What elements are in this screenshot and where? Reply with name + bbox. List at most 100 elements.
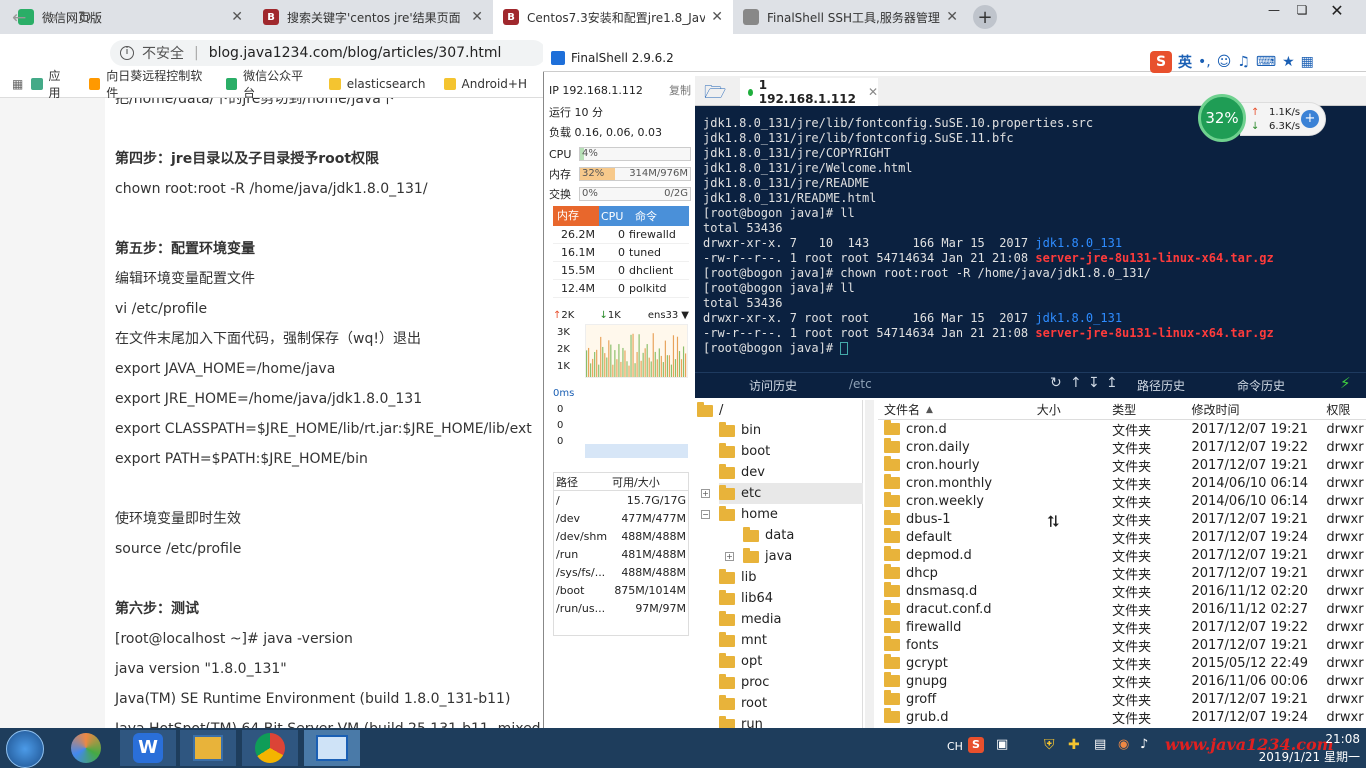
expand-icon[interactable]: + — [725, 552, 734, 561]
col-size[interactable]: 大小 — [1037, 401, 1112, 418]
file-row[interactable]: cron.d 文件夹 2017/12/07 19:21 drwxr — [878, 420, 1366, 439]
taskbar-app-icon[interactable] — [58, 730, 114, 766]
tree-node[interactable]: dev — [719, 462, 765, 483]
file-row[interactable]: fonts 文件夹 2017/12/07 19:21 drwxr — [878, 636, 1366, 655]
sogou-tray-icon[interactable]: S — [968, 737, 984, 753]
process-row[interactable]: 26.2M 0 firewalld — [553, 226, 689, 244]
tree-node[interactable]: media — [719, 609, 782, 630]
punctuation-icon[interactable]: •, — [1198, 54, 1211, 70]
file-row[interactable]: cron.weekly 文件夹 2014/06/10 06:14 drwxr — [878, 492, 1366, 511]
up-dir-icon[interactable]: ↑ — [1070, 375, 1082, 391]
process-row[interactable]: 16.1M 0 tuned — [553, 244, 689, 262]
proc-header-cpu[interactable]: CPU — [599, 210, 635, 223]
taskbar-chrome-icon[interactable] — [242, 730, 298, 766]
download-icon[interactable]: ↧ — [1088, 375, 1100, 391]
file-row[interactable]: cron.monthly 文件夹 2014/06/10 06:14 drwxr — [878, 474, 1366, 493]
net-speed-widget[interactable]: ↑ 1.1K/s ↓ 6.3K/s + — [1240, 102, 1326, 136]
maximize-button[interactable]: ❏ — [1290, 2, 1314, 18]
tree-node-root[interactable]: / — [697, 400, 723, 421]
file-row[interactable]: depmod.d 文件夹 2017/12/07 19:21 drwxr — [878, 546, 1366, 565]
plus-icon[interactable]: + — [1301, 110, 1319, 128]
minimize-button[interactable]: — — [1262, 2, 1286, 18]
disk-row[interactable]: /run/us... 97M/97M — [554, 599, 688, 617]
disk-row[interactable]: /sys/fs/... 488M/488M — [554, 563, 688, 581]
chevron-down-icon[interactable]: ▼ — [681, 310, 689, 321]
file-row[interactable]: gcrypt 文件夹 2015/05/12 22:49 drwxr — [878, 654, 1366, 673]
tree-scrollbar[interactable] — [865, 400, 874, 728]
tray-network-icon[interactable]: ▤ — [1094, 737, 1106, 752]
bookmark-item[interactable]: elasticsearch — [328, 77, 426, 91]
col-perm[interactable]: 权限 — [1326, 401, 1366, 418]
emoji-icon[interactable]: ☺ — [1217, 54, 1232, 70]
disk-row[interactable]: / 15.7G/17G — [554, 491, 688, 509]
path-history-button[interactable]: 路径历史 — [1137, 377, 1185, 394]
file-row[interactable]: cron.daily 文件夹 2017/12/07 19:22 drwxr — [878, 438, 1366, 457]
bookmark-item[interactable]: 微信公众平台 — [225, 67, 311, 101]
url-field[interactable]: i 不安全 | blog.java1234.com/blog/articles/… — [110, 40, 546, 66]
disk-row[interactable]: /boot 875M/1014M — [554, 581, 688, 599]
apps-grid-icon[interactable]: ▦ — [12, 77, 23, 91]
taskbar-explorer-icon[interactable] — [180, 730, 236, 766]
refresh-icon[interactable]: ↻ — [1050, 375, 1062, 391]
close-tab-icon[interactable]: ✕ — [868, 85, 878, 99]
disk-row[interactable]: /dev 477M/477M — [554, 509, 688, 527]
start-button[interactable] — [6, 730, 44, 768]
tree-node[interactable]: lib — [719, 567, 756, 588]
disk-row[interactable]: /run 481M/488M — [554, 545, 688, 563]
system-clock[interactable]: 21:08 2019/1/21 星期一 — [1240, 732, 1360, 766]
net-interface-select[interactable]: ens33 — [648, 310, 678, 321]
tree-node[interactable]: bin — [719, 420, 761, 441]
tray-plus-icon[interactable]: ✚ — [1068, 737, 1080, 753]
col-type[interactable]: 类型 — [1112, 401, 1191, 418]
visit-history-button[interactable]: 访问历史 — [749, 377, 797, 394]
bookmark-item[interactable]: Android+H — [443, 77, 527, 91]
tree-node[interactable]: data — [743, 525, 794, 546]
tree-node[interactable]: lib64 — [719, 588, 773, 609]
file-row[interactable]: default 文件夹 2017/12/07 19:24 drwxr — [878, 528, 1366, 547]
upload-icon[interactable]: ↥ — [1106, 375, 1118, 391]
col-filename[interactable]: 文件名 ▲ — [878, 401, 1037, 418]
forward-button[interactable]: → — [44, 8, 58, 28]
close-tab-icon[interactable]: ✕ — [471, 9, 483, 25]
process-row[interactable]: 15.5M 0 dhclient — [553, 262, 689, 280]
copy-ip-button[interactable]: 复制 — [669, 82, 691, 98]
bookmark-item[interactable]: 应用 — [31, 67, 71, 101]
disk-row[interactable]: /dev/shm 488M/488M — [554, 527, 688, 545]
tray-security-icon[interactable]: ◉ — [1118, 737, 1129, 752]
taskbar-wps-icon[interactable]: W — [120, 730, 176, 766]
proc-header-cmd[interactable]: 命令 — [635, 208, 689, 224]
back-button[interactable]: ← — [12, 8, 26, 28]
file-row[interactable]: firewalld 文件夹 2017/12/07 19:22 drwxr — [878, 618, 1366, 637]
tree-node[interactable]: boot — [719, 441, 770, 462]
close-window-button[interactable]: ✕ — [1325, 1, 1349, 20]
expand-icon[interactable]: + — [701, 489, 710, 498]
browser-tab[interactable]: B Centos7.3安装和配置jre1.8_Java ✕ — [493, 0, 733, 34]
file-row[interactable]: gnupg 文件夹 2016/11/06 00:06 drwxr — [878, 672, 1366, 691]
new-tab-button[interactable]: + — [973, 5, 997, 29]
tree-node[interactable]: − home — [701, 504, 778, 525]
net-percent-circle[interactable]: 32% — [1198, 94, 1246, 142]
lightning-icon[interactable]: ⚡ — [1340, 374, 1351, 392]
tools-icon[interactable]: ▦ — [1301, 54, 1314, 70]
disk-header-size[interactable]: 可用/大小 — [612, 474, 688, 490]
disk-header-path[interactable]: 路径 — [556, 474, 612, 490]
tray-shield-icon[interactable]: ⛨ — [1044, 737, 1055, 753]
tray-monitor-icon[interactable]: ▣ — [996, 737, 1008, 752]
close-tab-icon[interactable]: ✕ — [711, 9, 723, 25]
sogou-icon[interactable]: S — [1150, 51, 1172, 73]
ime-language[interactable]: 英 — [1178, 52, 1192, 72]
taskbar-finalshell-icon[interactable] — [304, 730, 360, 766]
tree-node[interactable]: + java — [725, 546, 792, 567]
reload-button[interactable]: ↻ — [78, 8, 92, 28]
file-row[interactable]: dhcp 文件夹 2017/12/07 19:21 drwxr — [878, 564, 1366, 583]
file-row[interactable]: cron.hourly 文件夹 2017/12/07 19:21 drwxr — [878, 456, 1366, 475]
tray-volume-icon[interactable]: ♪ — [1140, 737, 1148, 752]
tree-node[interactable]: mnt — [719, 630, 767, 651]
file-row[interactable]: dracut.conf.d 文件夹 2016/11/12 02:27 drwxr — [878, 600, 1366, 619]
close-tab-icon[interactable]: ✕ — [231, 9, 243, 25]
terminal[interactable]: jdk1.8.0_131/jre/lib/fontconfig.SuSE.10.… — [695, 106, 1366, 372]
tree-node[interactable]: proc — [719, 672, 769, 693]
process-row[interactable]: 12.4M 0 polkitd — [553, 280, 689, 298]
bookmark-item[interactable]: 向日葵远程控制软件 — [88, 67, 208, 101]
file-row[interactable]: dnsmasq.d 文件夹 2016/11/12 02:20 drwxr — [878, 582, 1366, 601]
